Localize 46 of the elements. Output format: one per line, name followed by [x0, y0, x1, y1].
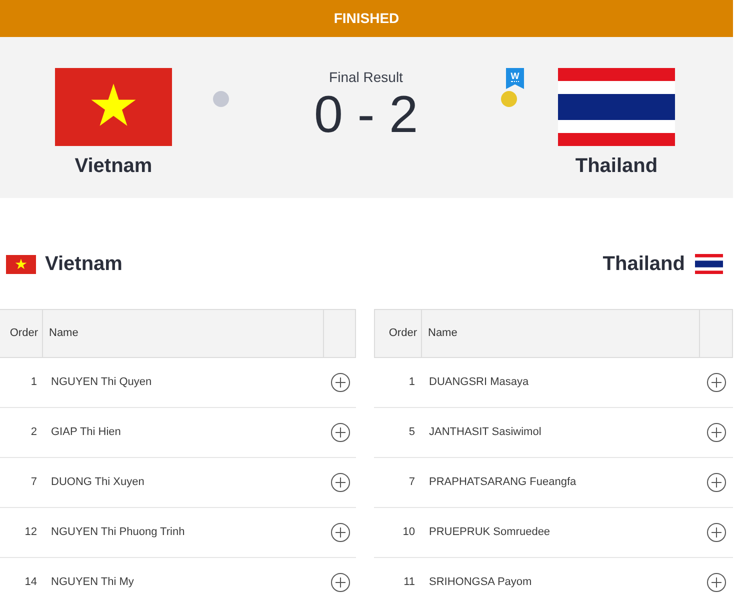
striped-flag-icon	[695, 254, 723, 274]
order-number: 7	[30, 475, 38, 490]
striped-flag-icon	[558, 68, 675, 146]
score: 0 - 2	[314, 89, 418, 141]
order-number: 11	[402, 575, 416, 590]
status-banner: FINISHED	[0, 0, 733, 37]
player-name: GIAP Thi Hien	[50, 425, 122, 440]
player-name: JANTHASIT Sasiwimol	[428, 425, 542, 440]
plus-circle-icon[interactable]	[330, 423, 350, 442]
order-number: 14	[24, 575, 38, 590]
player-name: NGUYEN Thi Phuong Trinh	[50, 525, 186, 540]
order-number: 2	[30, 425, 38, 440]
order-number: 5	[408, 425, 416, 440]
player-name: NGUYEN Thi My	[50, 575, 135, 590]
plus-circle-icon[interactable]	[330, 573, 350, 592]
player-name: DUANGSRI Masaya	[428, 375, 530, 390]
plus-circle-icon[interactable]	[707, 573, 726, 592]
column-header: Order	[10, 326, 38, 342]
order-number: 1	[408, 375, 416, 390]
column-header: Name	[49, 326, 78, 342]
team-name: Vietnam	[74, 154, 152, 178]
player-name: DUONG Thi Xuyen	[50, 475, 146, 490]
team-name: Thailand	[602, 252, 685, 277]
plus-circle-icon[interactable]	[707, 423, 726, 442]
plus-circle-icon[interactable]	[330, 523, 350, 542]
player-name: SRIHONGSA Payom	[428, 575, 533, 590]
order-number: 1	[30, 375, 38, 390]
team-name: Thailand	[575, 154, 658, 178]
star-flag-icon	[6, 254, 36, 274]
team-name: Vietnam	[45, 252, 122, 277]
plus-circle-icon[interactable]	[707, 373, 726, 392]
player-name: PRUEPRUK Somruedee	[428, 525, 552, 540]
column-header: Name	[428, 326, 458, 342]
star-flag-icon	[55, 68, 172, 146]
player-name: PRAPHATSARANG Fueangfa	[428, 475, 578, 490]
order-number: 12	[24, 525, 38, 540]
result-label: Final Result	[329, 68, 403, 86]
player-name: NGUYEN Thi Quyen	[50, 375, 153, 390]
plus-circle-icon[interactable]	[330, 373, 350, 392]
plus-circle-icon[interactable]	[707, 473, 726, 492]
order-number: 7	[408, 475, 416, 490]
column-header: Order	[388, 326, 417, 342]
order-number: 10	[402, 525, 416, 540]
plus-circle-icon[interactable]	[707, 523, 726, 542]
ribbon-badge: W	[506, 68, 524, 89]
plus-circle-icon[interactable]	[330, 473, 350, 492]
